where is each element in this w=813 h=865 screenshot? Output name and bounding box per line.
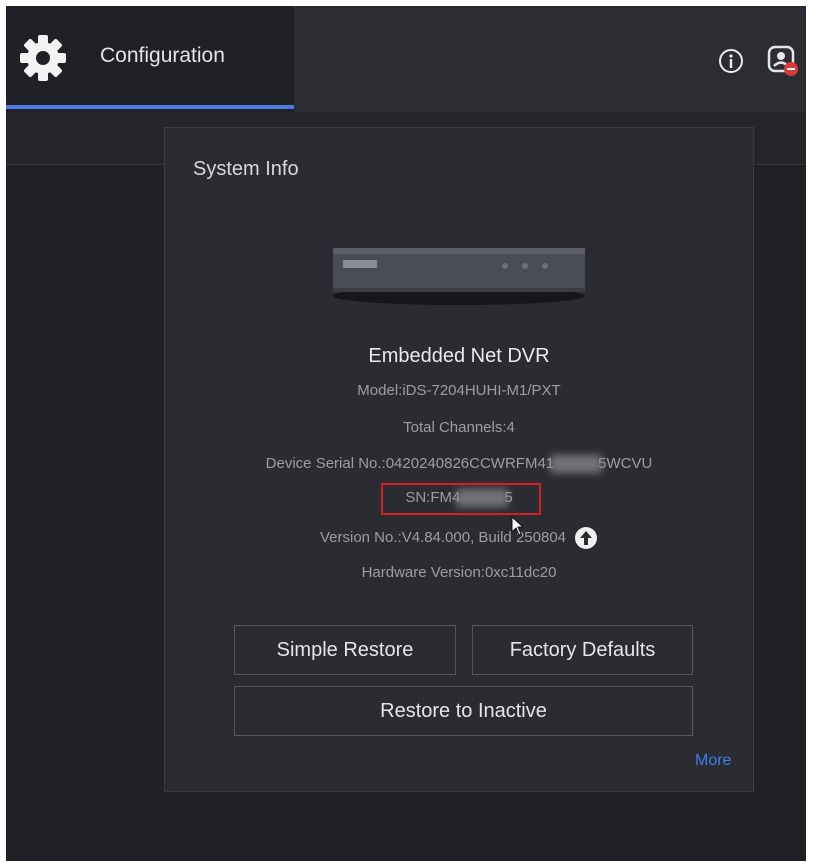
version-text: Version No.:V4.84.000, Build 250804 [165,526,753,550]
hardware-version-text: Hardware Version:0xc11dc20 [361,564,557,581]
active-tab-indicator [6,105,294,109]
dvr-device-image [333,248,585,305]
info-icon[interactable] [718,48,744,74]
serial-prefix: Device Serial No.:0420240826CCWRFM41 [265,455,555,472]
screen: Configuration System Info Embedded Net D… [6,6,806,861]
dialog-title: System Info [193,158,299,180]
serial-suffix: 5WCVU [598,455,653,472]
gear-icon [20,35,66,81]
mouse-cursor-icon [511,516,525,536]
account-icon[interactable] [766,44,800,78]
simple-restore-button[interactable]: Simple Restore [234,625,456,675]
sn-highlight-box [381,483,541,515]
factory-defaults-button[interactable]: Factory Defaults [472,625,693,675]
more-link[interactable]: More [695,752,731,770]
redaction-blur [550,455,603,474]
total-channels-text: Total Channels:4 [403,419,515,436]
tab-configuration[interactable]: Configuration [6,6,294,112]
top-bar: Configuration [6,6,806,112]
upgrade-arrow-icon[interactable] [574,526,598,550]
device-serial-text: Device Serial No.:0420240826CCWRFM41 5WCV… [165,455,753,474]
device-name: Embedded Net DVR [368,345,550,367]
version-value: Version No.:V4.84.000, Build 250804 [319,528,566,546]
tab-label: Configuration [100,44,225,67]
restore-to-inactive-button[interactable]: Restore to Inactive [234,686,693,736]
model-text: Model:iDS-7204HUHI-M1/PXT [357,382,561,399]
system-info-dialog: System Info Embedded Net DVR Model:iDS-7… [164,127,754,792]
